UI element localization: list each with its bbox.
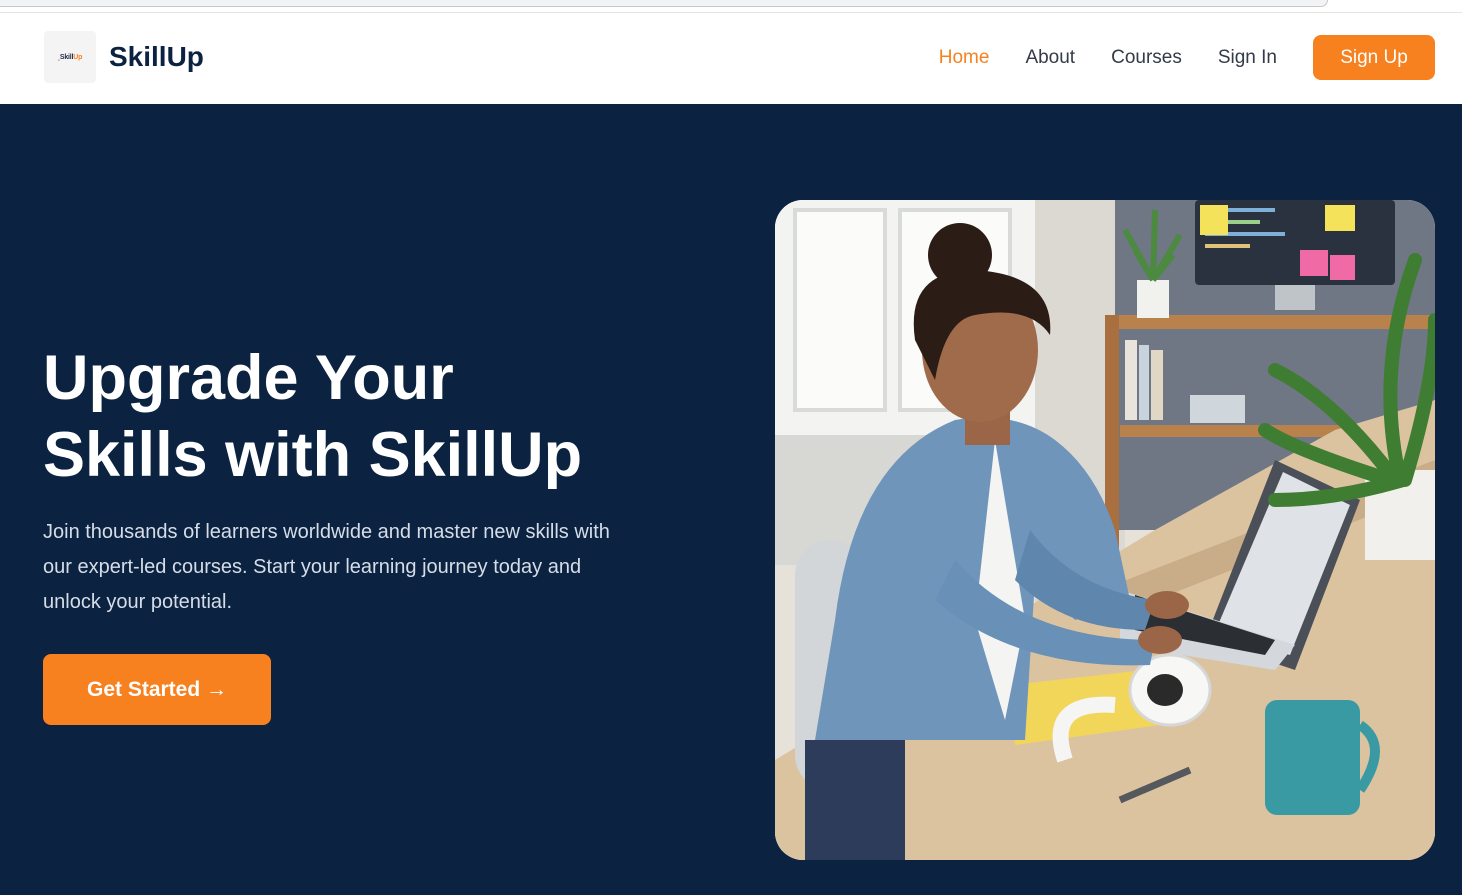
logo-text: ꞈSkillUp	[57, 53, 83, 61]
hero-illustration	[775, 200, 1435, 860]
hero-title-line2: Skills with SkillUp	[43, 420, 583, 490]
nav-courses-link[interactable]: Courses	[1111, 47, 1182, 69]
hero-title: Upgrade Your Skills with SkillUp	[43, 340, 683, 494]
hero-section: Upgrade Your Skills with SkillUp Join th…	[0, 104, 1462, 895]
get-started-button[interactable]: Get Started →	[43, 654, 271, 725]
nav-about-link[interactable]: About	[1025, 47, 1075, 69]
hero-title-line1: Upgrade Your	[43, 343, 454, 413]
nav-links: Home About Courses Sign In Sign Up	[939, 35, 1435, 80]
browser-chrome	[0, 0, 1462, 13]
nav-signin-link[interactable]: Sign In	[1218, 47, 1277, 69]
navbar: ꞈSkillUp SkillUp Home About Courses Sign…	[0, 13, 1462, 104]
nav-home-link[interactable]: Home	[939, 47, 990, 69]
hero-description: Join thousands of learners worldwide and…	[43, 521, 610, 613]
brand-name[interactable]: SkillUp	[109, 41, 204, 73]
hero-image	[775, 200, 1435, 860]
brand[interactable]: ꞈSkillUp SkillUp	[44, 31, 204, 83]
browser-tab-bar	[0, 0, 1328, 7]
signup-button[interactable]: Sign Up	[1313, 35, 1435, 80]
logo[interactable]: ꞈSkillUp	[44, 31, 96, 83]
